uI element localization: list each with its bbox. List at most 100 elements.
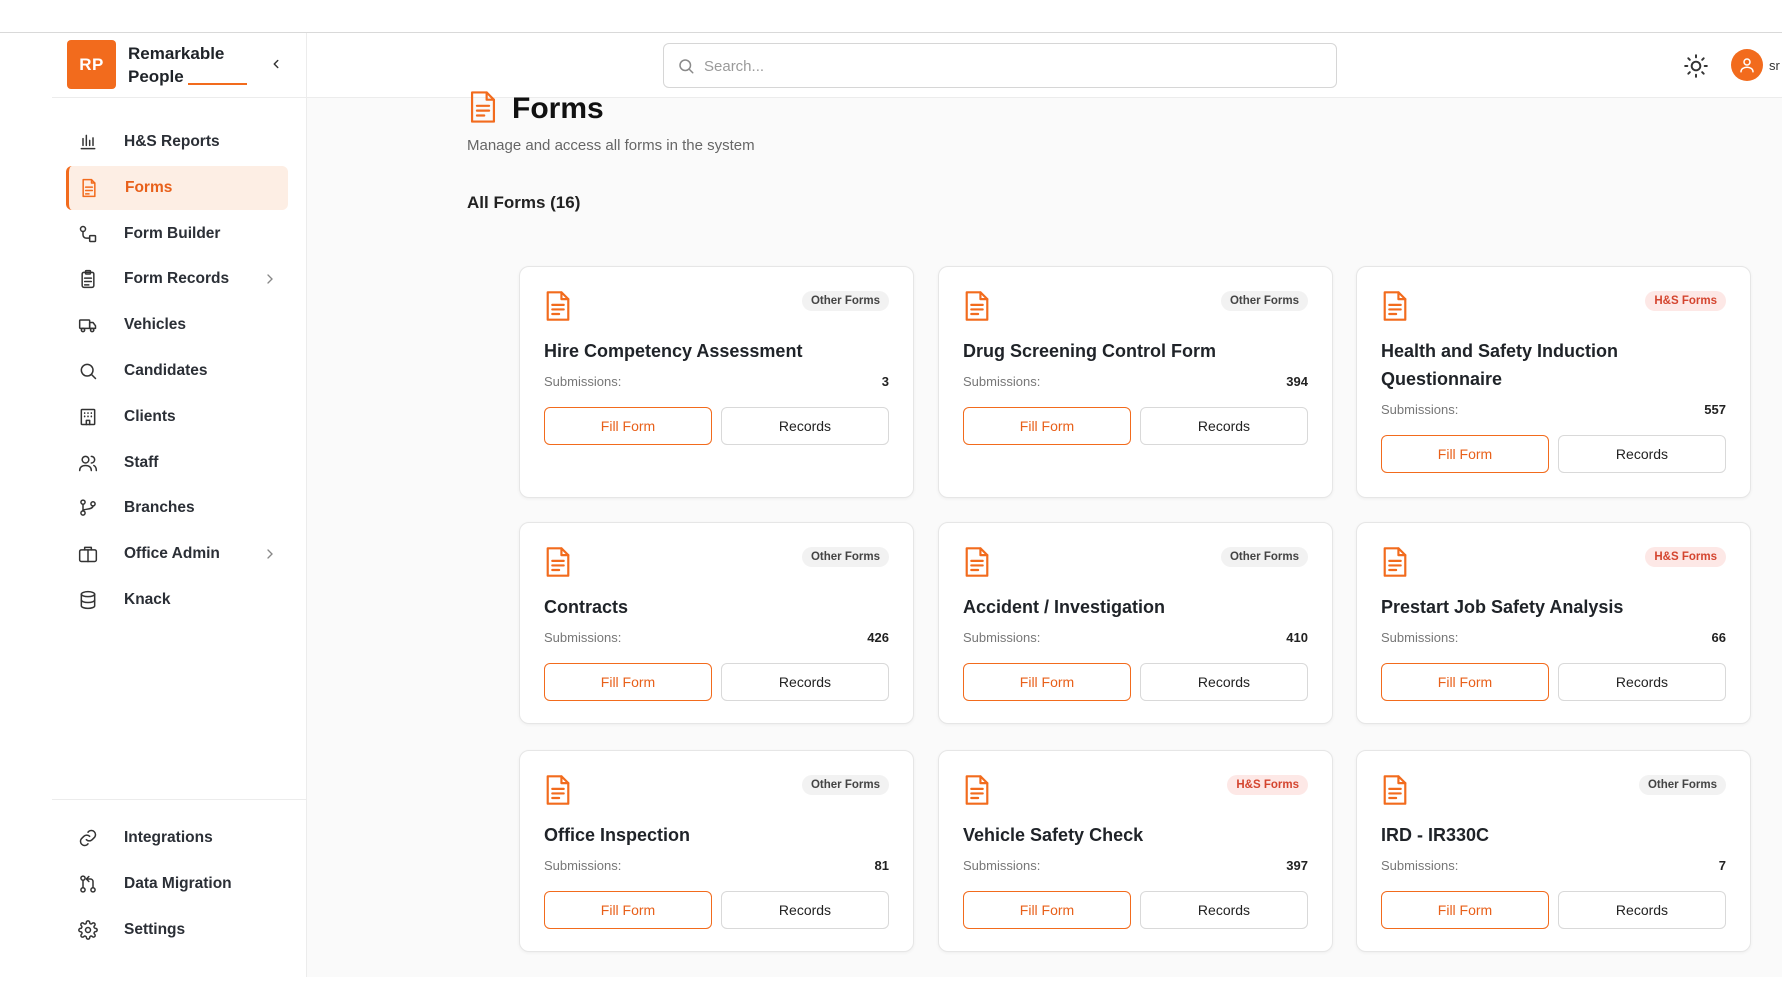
building-icon — [80, 408, 96, 426]
user-avatar[interactable] — [1731, 49, 1763, 81]
submissions-count: 7 — [1718, 858, 1726, 873]
workflow-icon — [79, 225, 97, 242]
fill-form-button[interactable]: Fill Form — [544, 891, 712, 929]
user-name: sr — [1769, 58, 1780, 73]
document-icon — [965, 291, 989, 321]
records-button[interactable]: Records — [721, 663, 889, 701]
gear-icon — [78, 919, 98, 940]
sidebar-item-branches[interactable]: Branches — [68, 486, 290, 530]
sidebar-item-settings[interactable]: Settings — [68, 908, 290, 952]
document-icon — [546, 547, 570, 577]
fill-form-button[interactable]: Fill Form — [1381, 663, 1549, 701]
form-card: Other Forms Office Inspection Submissions:… — [519, 750, 914, 952]
submissions-label: Submissions: — [544, 858, 622, 873]
sidebar-item-label: Form Records — [124, 270, 230, 288]
document-icon — [965, 547, 989, 577]
sidebar-divider — [52, 799, 307, 800]
form-title: Office Inspection — [544, 825, 691, 845]
sidebar-item-vehicles[interactable]: Vehicles — [68, 303, 290, 347]
fill-form-button[interactable]: Fill Form — [963, 663, 1131, 701]
fill-form-button[interactable]: Fill Form — [1381, 435, 1549, 473]
category-badge: Other Forms — [1220, 291, 1308, 311]
records-button[interactable]: Records — [721, 891, 889, 929]
truck-icon — [78, 319, 97, 333]
collapse-sidebar-button[interactable] — [265, 53, 287, 75]
bar-chart-icon — [80, 134, 96, 150]
clipboard-icon — [81, 270, 95, 289]
category-badge: Other Forms — [801, 775, 889, 795]
page-title: Forms — [512, 92, 604, 125]
theme-toggle-button[interactable] — [1683, 53, 1709, 79]
form-card: Other Forms IRD - IR330C Submissions: 7 Fill… — [1356, 750, 1751, 952]
category-badge: Other Forms — [801, 547, 889, 567]
submissions-label: Submissions: — [963, 374, 1041, 389]
sidebar-item-candidates[interactable]: Candidates — [68, 349, 290, 393]
form-title: Accident / Investigation — [963, 597, 1166, 617]
chevron-right-icon — [267, 274, 273, 285]
records-button[interactable]: Records — [1558, 663, 1726, 701]
brand-logo[interactable]: RP — [67, 40, 116, 89]
records-button[interactable]: Records — [1558, 435, 1726, 473]
database-icon — [80, 590, 96, 610]
submissions-label: Submissions: — [963, 630, 1041, 645]
submissions-count: 397 — [1286, 858, 1308, 873]
sidebar-item-data-migration[interactable]: Data Migration — [68, 862, 290, 906]
chevron-left-icon — [273, 59, 279, 69]
form-title: Hire Competency Assessment — [544, 341, 803, 361]
user-icon — [1740, 58, 1754, 73]
category-badge: H&S Forms — [1645, 547, 1726, 567]
category-badge: H&S Forms — [1645, 291, 1726, 311]
users-icon — [78, 455, 98, 471]
category-badge: Other Forms — [1638, 775, 1726, 795]
git-pull-request-icon — [80, 875, 96, 893]
sidebar-item-clients[interactable]: Clients — [68, 395, 290, 439]
fill-form-button[interactable]: Fill Form — [544, 407, 712, 445]
form-card: H&S Forms Prestart Job Safety Analysis Sub… — [1356, 522, 1751, 724]
form-card: H&S Forms Health and Safety Induction Que… — [1356, 266, 1751, 498]
search-icon — [80, 363, 97, 380]
fill-form-button[interactable]: Fill Form — [963, 407, 1131, 445]
forms-page-icon — [470, 91, 496, 123]
fill-form-button[interactable]: Fill Form — [963, 891, 1131, 929]
records-button[interactable]: Records — [1140, 663, 1308, 701]
sidebar-item-office-admin[interactable]: Office Admin — [68, 532, 290, 576]
sidebar-item-hands-reports[interactable]: H&S Reports — [68, 120, 290, 164]
sidebar-item-form-records[interactable]: Form Records — [68, 257, 290, 301]
search-input[interactable] — [704, 53, 1314, 79]
form-title: Health and Safety Induction Questionnair… — [1381, 341, 1619, 389]
form-title: Drug Screening Control Form — [963, 341, 1217, 361]
sidebar-item-staff[interactable]: Staff — [68, 441, 290, 485]
sidebar-item-label: Integrations — [124, 829, 213, 846]
form-card: Other Forms Contracts Submissions: 426 Fill … — [519, 522, 914, 724]
document-icon — [1383, 547, 1407, 577]
submissions-label: Submissions: — [544, 374, 622, 389]
records-button[interactable]: Records — [721, 407, 889, 445]
sidebar-item-label: Candidates — [124, 362, 208, 379]
sidebar-item-knack[interactable]: Knack — [68, 578, 290, 622]
page-subtitle: Manage and access all forms in the syste… — [467, 137, 755, 154]
sidebar-item-label: Branches — [124, 499, 195, 517]
submissions-count: 426 — [867, 630, 889, 645]
submissions-label: Submissions: — [1381, 858, 1459, 873]
brand-header: RP Remarkable People — [52, 33, 307, 98]
top-header: sr — [307, 33, 1782, 98]
fill-form-button[interactable]: Fill Form — [544, 663, 712, 701]
sidebar-item-integrations[interactable]: Integrations — [68, 816, 290, 860]
category-badge: Other Forms — [1220, 547, 1308, 567]
records-button[interactable]: Records — [1140, 407, 1308, 445]
records-button[interactable]: Records — [1140, 891, 1308, 929]
sidebar-item-forms[interactable]: Forms — [66, 165, 288, 210]
sidebar-item-label: Settings — [124, 920, 186, 938]
search-box — [663, 43, 1337, 88]
form-title: IRD - IR330C — [1381, 825, 1490, 845]
submissions-count: 3 — [881, 374, 889, 389]
fill-form-button[interactable]: Fill Form — [1381, 891, 1549, 929]
search-icon — [679, 59, 694, 74]
records-button[interactable]: Records — [1558, 891, 1726, 929]
sidebar-item-form-builder[interactable]: Form Builder — [68, 212, 290, 256]
document-icon — [965, 775, 989, 805]
form-title: Contracts — [544, 597, 629, 617]
category-badge: H&S Forms — [1227, 775, 1308, 795]
document-icon — [1383, 291, 1407, 321]
sidebar-item-label: Forms — [125, 178, 173, 196]
